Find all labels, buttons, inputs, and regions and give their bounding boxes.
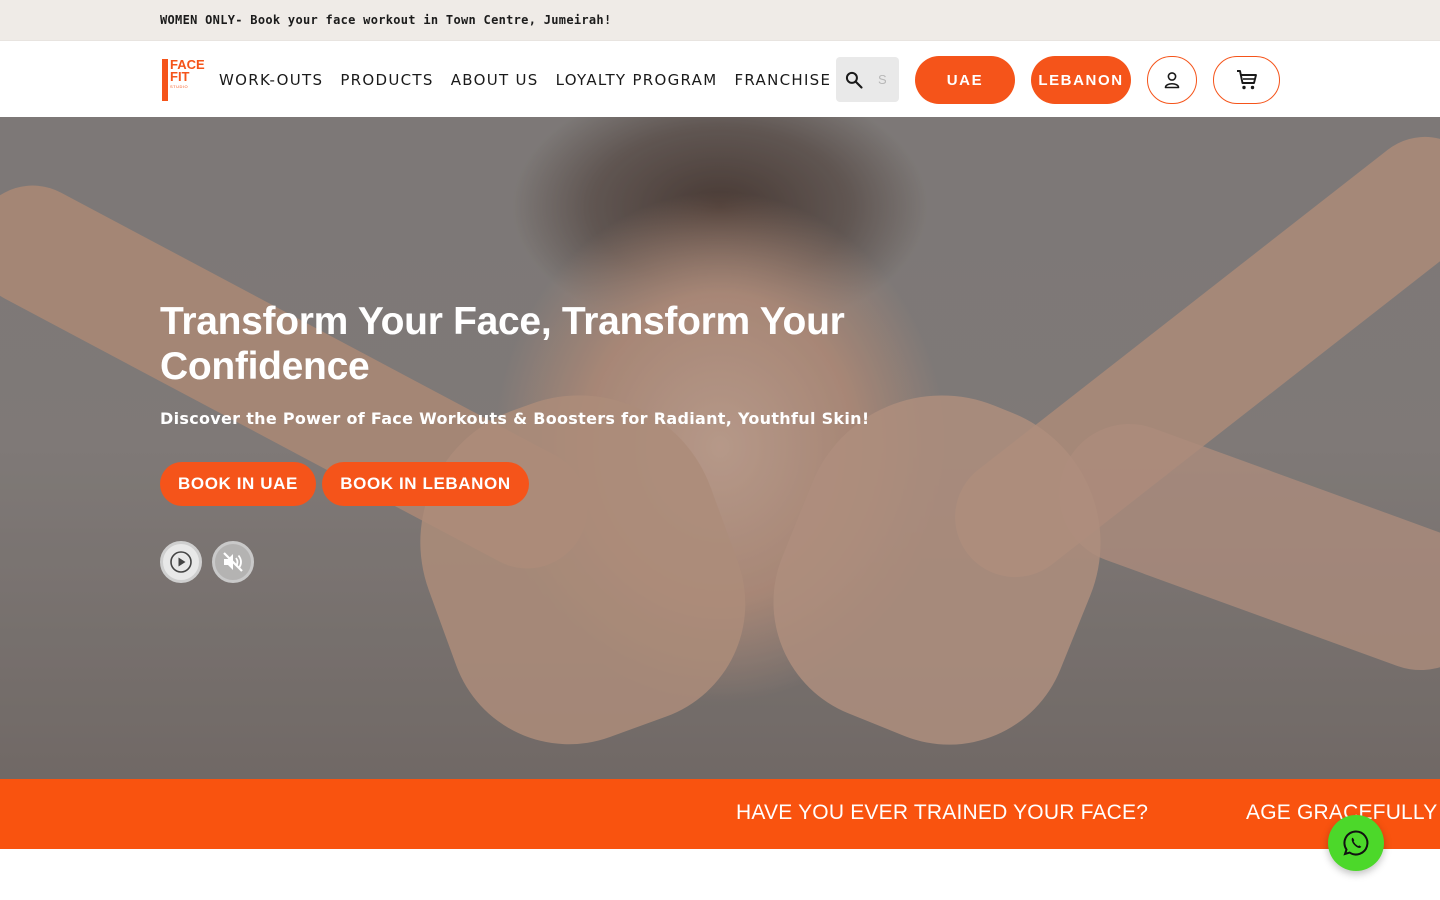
hero-subtitle: Discover the Power of Face Workouts & Bo… (160, 409, 870, 428)
account-icon (1164, 72, 1180, 89)
hero-banner: Transform Your Face, Transform Your Conf… (0, 117, 1440, 779)
nav-franchise[interactable]: FRANCHISE (734, 71, 831, 89)
nav-about-us[interactable]: ABOUT US (451, 71, 539, 89)
marquee-item: HAVE YOU EVER TRAINED YOUR FACE? (736, 801, 1149, 824)
nav-products[interactable]: PRODUCTS (340, 71, 433, 89)
play-icon (170, 551, 192, 573)
video-play-button[interactable] (160, 541, 202, 583)
announcement-text: WOMEN ONLY- Book your face workout in To… (160, 13, 612, 27)
hero-overlay (0, 117, 1440, 779)
nav-workouts[interactable]: WORK-OUTS (219, 71, 323, 89)
hero-title: Transform Your Face, Transform Your Conf… (160, 300, 845, 388)
region-uae-button[interactable]: UAE (915, 56, 1015, 104)
logo[interactable]: FACE FIT STUDIO (160, 57, 206, 103)
mute-icon (223, 552, 243, 572)
book-in-lebanon-button[interactable]: BOOK IN LEBANON (322, 462, 529, 506)
cart-icon (1236, 70, 1257, 90)
site-header: FACE FIT STUDIO WORK-OUTS PRODUCTS ABOUT… (0, 40, 1440, 117)
announcement-bar: WOMEN ONLY- Book your face workout in To… (0, 0, 1440, 40)
nav-loyalty-program[interactable]: LOYALTY PROGRAM (556, 71, 718, 89)
account-button[interactable] (1147, 56, 1197, 104)
logo-text-studio: STUDIO (170, 84, 189, 89)
logo-bar (162, 59, 168, 101)
whatsapp-chat-button[interactable] (1328, 815, 1384, 871)
marquee-banner: HAVE YOU EVER TRAINED YOUR FACE? AGE GRA… (0, 779, 1440, 849)
video-mute-button[interactable] (212, 541, 254, 583)
search-placeholder: S (878, 72, 886, 87)
main-nav: WORK-OUTS PRODUCTS ABOUT US LOYALTY PROG… (219, 41, 848, 118)
region-lebanon-button[interactable]: LEBANON (1031, 56, 1131, 104)
whatsapp-icon (1343, 830, 1369, 856)
cart-button[interactable] (1213, 56, 1280, 104)
book-in-uae-button[interactable]: BOOK IN UAE (160, 462, 316, 506)
logo-text-fit: FIT (170, 69, 190, 84)
search-input[interactable]: S (836, 57, 899, 102)
search-icon (845, 71, 863, 89)
